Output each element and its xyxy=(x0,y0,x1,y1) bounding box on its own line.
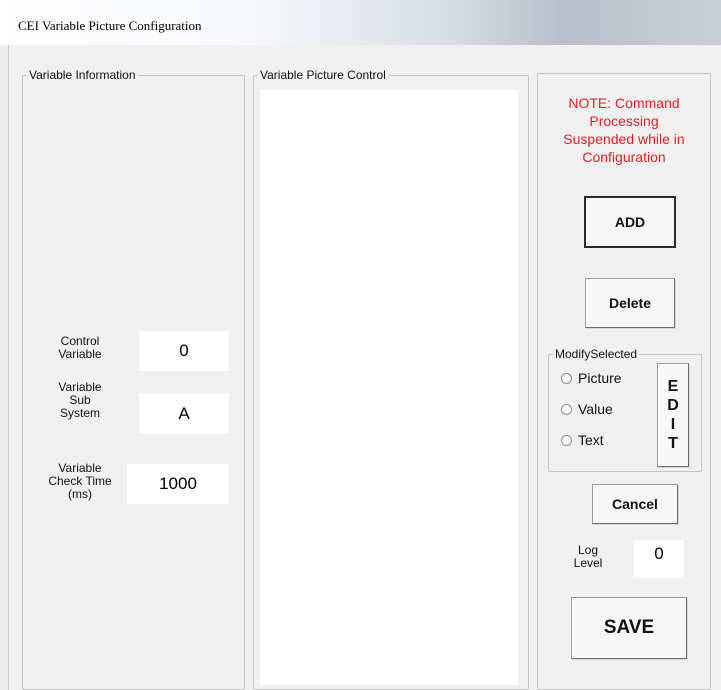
radio-picture[interactable]: Picture xyxy=(561,370,622,386)
sub-system-label: Variable Sub System xyxy=(58,380,102,420)
variable-information-legend: Variable Information xyxy=(27,68,138,82)
check-time-field[interactable]: 1000 xyxy=(127,464,229,504)
save-button[interactable]: SAVE xyxy=(571,597,687,659)
variable-picture-control-legend: Variable Picture Control xyxy=(258,68,388,82)
picture-list[interactable] xyxy=(260,90,518,685)
radio-value[interactable]: Value xyxy=(561,401,613,417)
sub-system-field[interactable]: A xyxy=(139,394,229,434)
window-title: CEI Variable Picture Configuration xyxy=(18,18,202,33)
check-time-label: Variable Check Time (ms) xyxy=(48,461,112,501)
log-level-field[interactable]: 0 xyxy=(634,540,684,578)
radio-text-label: Text xyxy=(578,432,604,448)
right-panel: NOTE: Command Processing Suspended while… xyxy=(537,73,711,690)
add-button[interactable]: ADD xyxy=(584,196,676,248)
edit-button[interactable]: E D I T xyxy=(657,363,689,467)
log-level-label: Log Level xyxy=(573,543,603,570)
radio-picture-label: Picture xyxy=(578,370,622,386)
radio-picture-dot[interactable] xyxy=(561,372,572,384)
cancel-button[interactable]: Cancel xyxy=(592,484,678,524)
client-area: Variable Information Control Variable 0 … xyxy=(8,45,721,690)
command-note: NOTE: Command Processing Suspended while… xyxy=(563,95,685,165)
variable-information-group: Variable Information Control Variable 0 … xyxy=(22,68,245,690)
radio-value-dot[interactable] xyxy=(561,403,572,415)
radio-text[interactable]: Text xyxy=(561,432,604,448)
variable-picture-control-group: Variable Picture Control xyxy=(253,68,529,690)
config-window: CEI Variable Picture Configuration Varia… xyxy=(0,0,721,690)
control-variable-field[interactable]: 0 xyxy=(139,331,229,371)
title-bar[interactable]: CEI Variable Picture Configuration xyxy=(0,0,721,45)
modify-selected-group: ModifySelected Picture Value Text E D I xyxy=(548,347,702,472)
delete-button[interactable]: Delete xyxy=(585,278,675,328)
modify-selected-legend: ModifySelected xyxy=(553,347,640,361)
control-variable-label: Control Variable xyxy=(58,334,102,361)
radio-text-dot[interactable] xyxy=(561,434,572,446)
radio-value-label: Value xyxy=(578,401,613,417)
